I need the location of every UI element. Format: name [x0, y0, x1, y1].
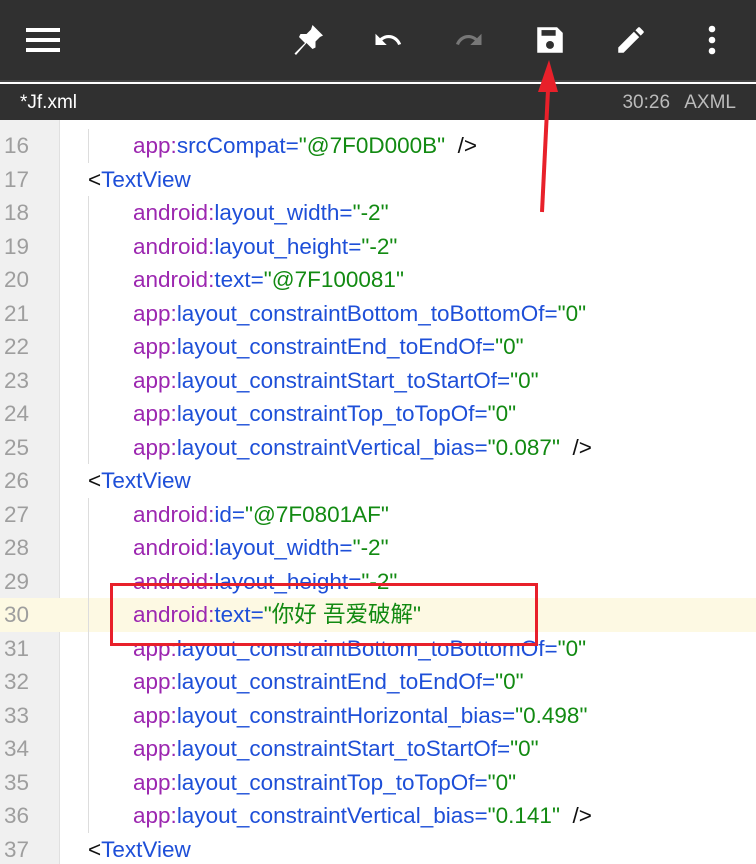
- code-tag: <TextView: [88, 836, 191, 862]
- undo-icon[interactable]: [366, 18, 410, 62]
- code-attribute: app:layout_constraintHorizontal_bias="0.…: [133, 702, 588, 728]
- line-number: 27: [4, 501, 30, 527]
- code-line[interactable]: 36 app:layout_constraintVertical_bias="0.…: [0, 799, 756, 833]
- code-line[interactable]: 28 android:layout_width="-2": [0, 531, 756, 565]
- annotation-highlight-box: [110, 583, 538, 646]
- code-line[interactable]: 37 <TextView: [0, 833, 756, 864]
- code-attribute: app:layout_constraintEnd_toEndOf="0": [133, 669, 524, 694]
- code-tag: <TextView: [88, 166, 191, 192]
- line-number: 37: [4, 836, 30, 862]
- line-number: 30: [4, 602, 30, 627]
- indent-guide: [88, 698, 89, 732]
- indent-guide: [88, 263, 89, 297]
- line-number: 32: [4, 669, 30, 694]
- code-attribute: android:layout_height="-2": [133, 233, 398, 259]
- indent-guide: [88, 799, 89, 833]
- code-line[interactable]: 34 app:layout_constraintStart_toStartOf="…: [0, 732, 756, 766]
- indent-guide: [88, 397, 89, 431]
- file-tab[interactable]: *Jf.xml: [20, 92, 77, 114]
- code-line[interactable]: 23 app:layout_constraintStart_toStartOf="…: [0, 364, 756, 398]
- code-attribute: android:layout_width="-2": [133, 200, 389, 225]
- code-line[interactable]: 19 android:layout_height="-2": [0, 230, 756, 264]
- code-attribute: app:layout_constraintVertical_bias="0.14…: [133, 803, 592, 828]
- edit-icon[interactable]: [609, 18, 653, 62]
- menu-icon[interactable]: [21, 18, 65, 62]
- code-line[interactable]: 26 <TextView: [0, 464, 756, 498]
- indent-guide: [88, 732, 89, 766]
- line-number: 19: [4, 233, 30, 259]
- file-tab-bar: *Jf.xml 30:26 AXML: [0, 84, 756, 120]
- line-number: 28: [4, 535, 30, 560]
- code-line[interactable]: 27 android:id="@7F0801AF": [0, 498, 756, 532]
- code-line[interactable]: 18 android:layout_width="-2": [0, 196, 756, 230]
- indent-guide: [88, 497, 89, 531]
- indent-guide: [88, 665, 89, 699]
- code-line[interactable]: 20 android:text="@7F100081": [0, 263, 756, 297]
- code-attribute: android:id="@7F0801AF": [133, 501, 389, 527]
- code-attribute: android:text="@7F100081": [133, 267, 404, 292]
- line-number: 17: [4, 166, 30, 192]
- line-number: 24: [4, 401, 30, 426]
- code-line[interactable]: 32 app:layout_constraintEnd_toEndOf="0": [0, 665, 756, 699]
- code-attribute: app:layout_constraintVertical_bias="0.08…: [133, 434, 592, 460]
- code-tag: <TextView: [88, 468, 191, 493]
- pin-icon[interactable]: [286, 18, 330, 62]
- line-number: 18: [4, 200, 30, 225]
- code-attribute: app:layout_constraintStart_toStartOf="0": [133, 736, 539, 761]
- indent-guide: [88, 229, 89, 263]
- code-attribute: app:layout_constraintBottom_toBottomOf="…: [133, 300, 587, 326]
- indent-guide: [88, 330, 89, 364]
- line-number: 25: [4, 434, 30, 460]
- code-line[interactable]: 16 app:srcCompat="@7F0D000B" />: [0, 129, 756, 163]
- line-number: 16: [4, 133, 30, 158]
- code-attribute: app:srcCompat="@7F0D000B" />: [133, 133, 478, 158]
- code-attribute: app:layout_constraintEnd_toEndOf="0": [133, 334, 524, 359]
- indent-guide: [88, 363, 89, 397]
- indent-guide: [88, 564, 89, 598]
- indent-guide: [88, 531, 89, 565]
- line-number: 26: [4, 468, 30, 493]
- redo-icon[interactable]: [447, 18, 491, 62]
- code-line[interactable]: 33 app:layout_constraintHorizontal_bias="…: [0, 699, 756, 733]
- indent-guide: [88, 196, 89, 230]
- toolbar: [0, 0, 756, 82]
- line-number: 21: [4, 300, 30, 326]
- code-line[interactable]: 35 app:layout_constraintTop_toTopOf="0": [0, 766, 756, 800]
- line-number: 33: [4, 702, 30, 728]
- line-number: 35: [4, 769, 30, 795]
- line-number: 22: [4, 334, 30, 359]
- file-mode: AXML: [684, 92, 736, 113]
- line-number: 29: [4, 568, 30, 594]
- code-attribute: app:layout_constraintTop_toTopOf="0": [133, 769, 517, 795]
- indent-guide: [88, 765, 89, 799]
- code-editor[interactable]: 16 app:srcCompat="@7F0D000B" /> 17 <TextVie…: [0, 120, 756, 864]
- line-number: 31: [4, 635, 30, 661]
- code-line[interactable]: 17 <TextView: [0, 163, 756, 197]
- line-number: 23: [4, 367, 30, 393]
- code-attribute: app:layout_constraintStart_toStartOf="0": [133, 367, 539, 393]
- indent-guide: [88, 631, 89, 665]
- code-line[interactable]: 21 app:layout_constraintBottom_toBottomOf…: [0, 297, 756, 331]
- code-attribute: app:layout_constraintTop_toTopOf="0": [133, 401, 517, 426]
- line-number: 34: [4, 736, 30, 761]
- code-attribute: android:layout_width="-2": [133, 535, 389, 560]
- code-line[interactable]: 22 app:layout_constraintEnd_toEndOf="0": [0, 330, 756, 364]
- line-number: 20: [4, 267, 30, 292]
- status-info: 30:26 AXML: [622, 92, 736, 114]
- code-line[interactable]: 25 app:layout_constraintVertical_bias="0.…: [0, 431, 756, 465]
- save-icon[interactable]: [528, 18, 572, 62]
- indent-guide: [88, 430, 89, 464]
- indent-guide: [88, 296, 89, 330]
- indent-guide: [88, 598, 89, 632]
- indent-guide: [88, 129, 89, 163]
- more-vert-icon[interactable]: [690, 18, 734, 62]
- code-line[interactable]: 24 app:layout_constraintTop_toTopOf="0": [0, 397, 756, 431]
- cursor-position: 30:26: [622, 92, 671, 113]
- line-number: 36: [4, 803, 30, 828]
